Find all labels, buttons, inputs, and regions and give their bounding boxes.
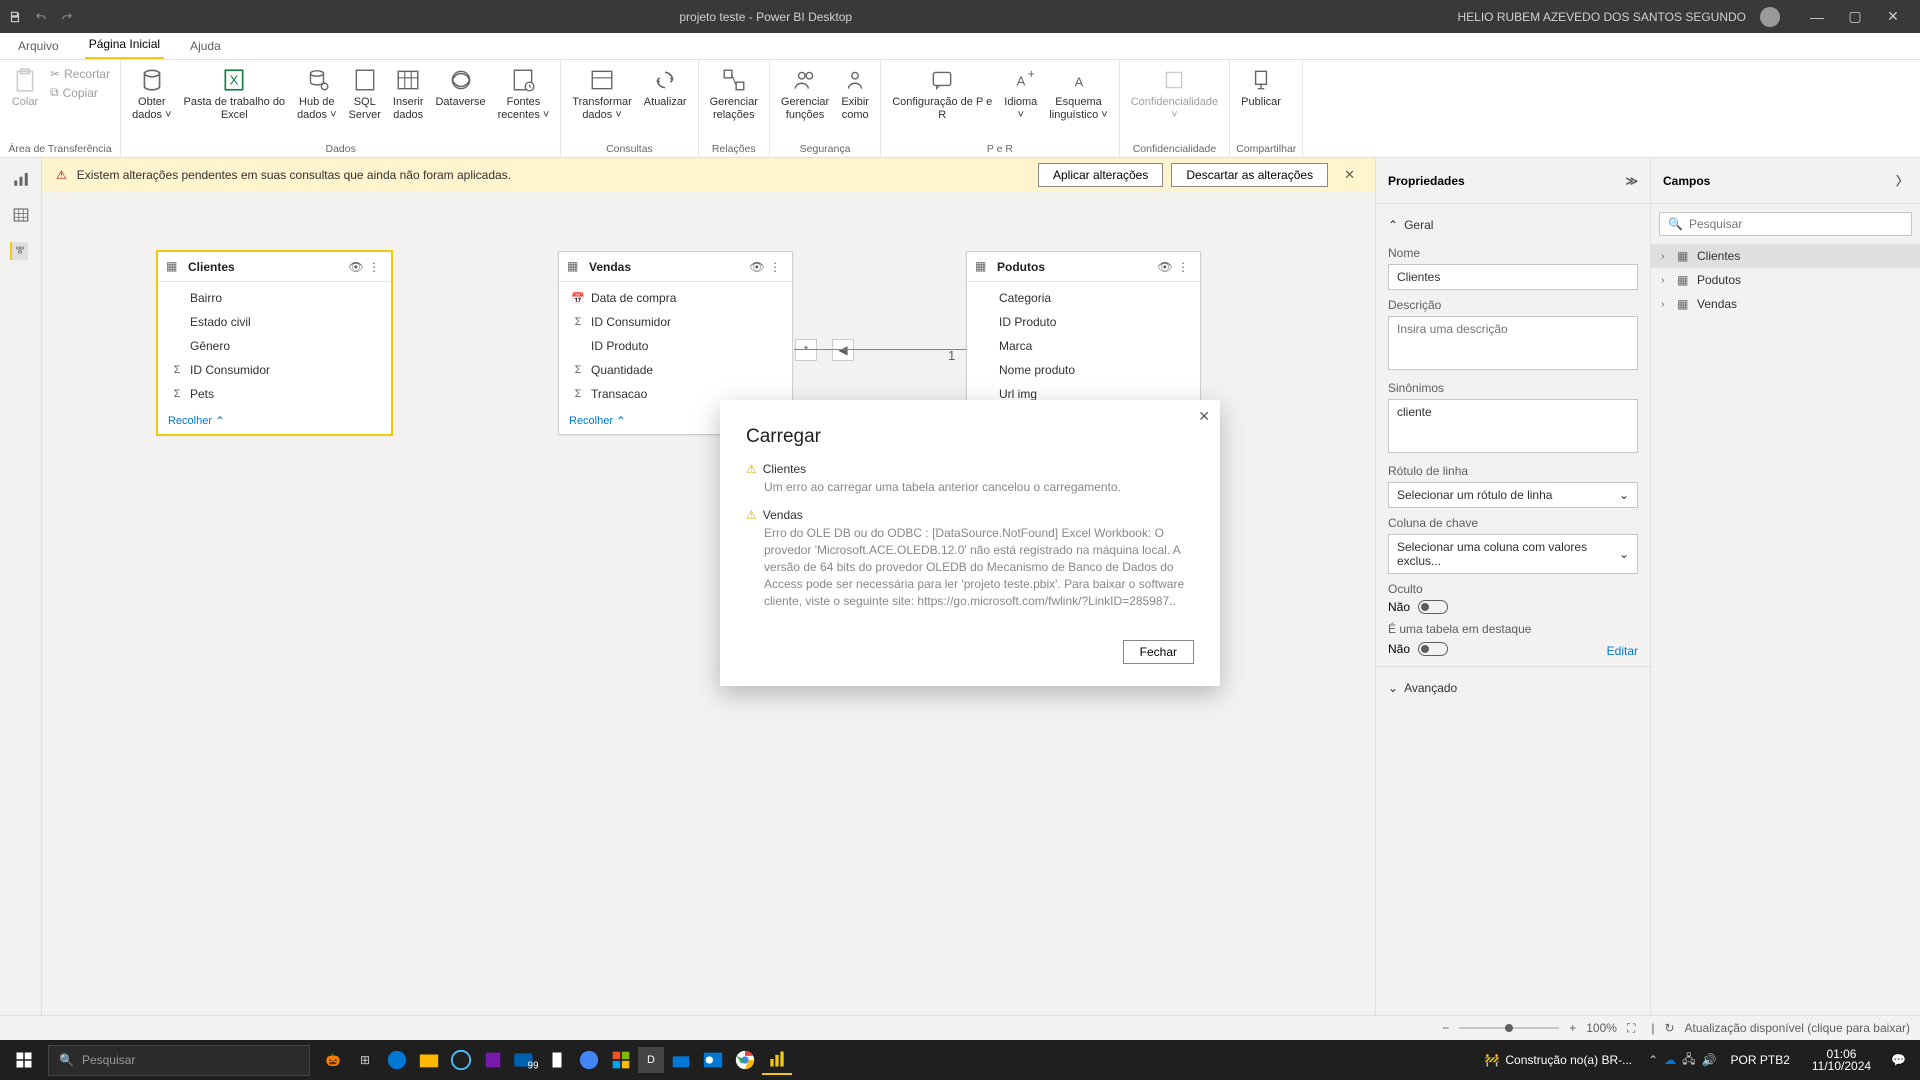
onedrive-icon[interactable]: ☁ (1664, 1053, 1676, 1067)
app-icon[interactable]: 99+ (510, 1045, 540, 1075)
app-icon[interactable] (666, 1045, 696, 1075)
windows-taskbar: 🔍Pesquisar 🎃 ⊞ 99+ D 🚧 Construção no(a) … (0, 1040, 1920, 1080)
dialog-close-action[interactable]: Fechar (1123, 640, 1194, 664)
svg-text:99+: 99+ (528, 1060, 539, 1070)
dialog-overlay: ✕ Carregar ⚠Clientes Um erro ao carregar… (0, 0, 1920, 1080)
volume-icon[interactable]: 🔊 (1702, 1053, 1717, 1067)
search-icon: 🔍 (59, 1053, 74, 1067)
task-view-icon[interactable]: ⊞ (350, 1045, 380, 1075)
start-button[interactable] (0, 1051, 48, 1069)
explorer-icon[interactable] (414, 1045, 444, 1075)
store-icon[interactable] (606, 1045, 636, 1075)
weather-widget[interactable]: 🚧 Construção no(a) BR-... (1474, 1053, 1642, 1067)
edge-icon[interactable] (382, 1045, 412, 1075)
taskbar-halloween-icon[interactable]: 🎃 (318, 1045, 348, 1075)
dialog-title: Carregar (720, 400, 1220, 462)
load-error-dialog: ✕ Carregar ⚠Clientes Um erro ao carregar… (720, 400, 1220, 686)
dialog-close-button[interactable]: ✕ (1198, 408, 1210, 425)
notifications-icon[interactable]: 💬 (1885, 1053, 1912, 1067)
taskbar-lang[interactable]: POR PTB2 (1723, 1054, 1798, 1066)
app-icon[interactable] (446, 1045, 476, 1075)
taskbar-clock[interactable]: 01:0611/10/2024 (1804, 1048, 1879, 1072)
warning-icon: ⚠ (746, 508, 757, 522)
app-icon[interactable] (574, 1045, 604, 1075)
warning-icon: ⚠ (746, 462, 757, 476)
construction-icon: 🚧 (1484, 1053, 1499, 1067)
powerbi-icon[interactable] (762, 1045, 792, 1075)
app-icon[interactable] (542, 1045, 572, 1075)
network-icon[interactable]: 🖧 (1682, 1050, 1695, 1071)
tray-chevron-icon[interactable]: ⌃ (1648, 1053, 1658, 1067)
taskbar-search[interactable]: 🔍Pesquisar (48, 1045, 310, 1076)
app-icon[interactable] (478, 1045, 508, 1075)
app-icon[interactable]: D (638, 1047, 664, 1073)
chrome-icon[interactable] (730, 1045, 760, 1075)
outlook-icon[interactable] (698, 1045, 728, 1075)
